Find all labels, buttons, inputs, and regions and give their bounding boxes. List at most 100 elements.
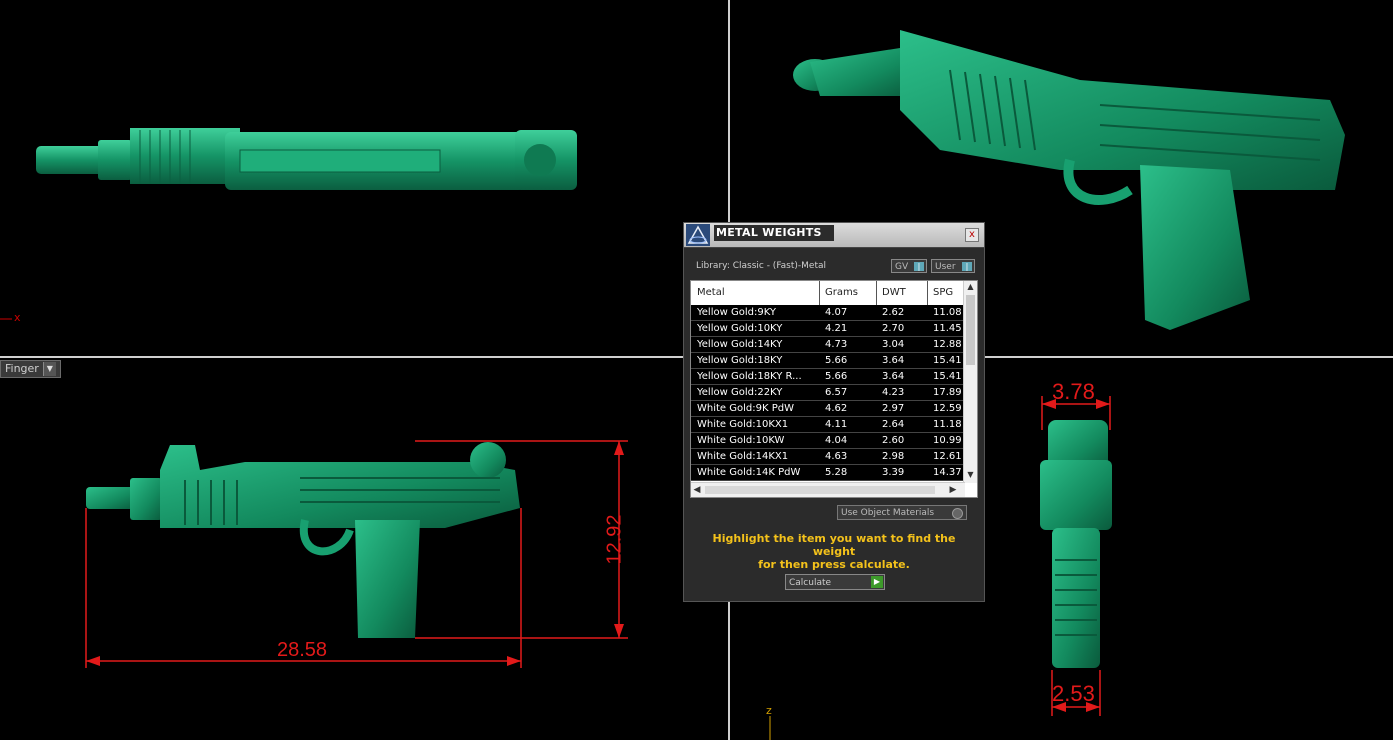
scrollbar-thumb[interactable] (966, 295, 975, 365)
cell-metal: Yellow Gold:22KY (697, 387, 783, 398)
chevron-down-icon[interactable]: ▼ (964, 469, 977, 481)
column-header-grams[interactable]: Grams (825, 287, 858, 298)
cell-grams: 5.66 (825, 371, 848, 382)
use-object-materials-label: Use Object Materials (841, 508, 935, 518)
model-side-view (86, 442, 520, 638)
dialog-title: METAL WEIGHTS (714, 225, 834, 241)
dimension-height: 12.92 (603, 514, 626, 565)
cell-grams: 4.62 (825, 403, 848, 414)
table-row[interactable]: Yellow Gold:18KY R... 5.66 3.64 15.41 (691, 369, 965, 385)
table-row[interactable]: Yellow Gold:10KY 4.21 2.70 11.45 (691, 321, 965, 337)
cell-spg: 11.45 (933, 323, 962, 334)
cell-metal: White Gold:10KW (697, 435, 785, 446)
table-body: Yellow Gold:9KY 4.07 2.62 11.08 Yellow Gold:… (691, 305, 965, 481)
cell-metal: Yellow Gold:14KY (697, 339, 783, 350)
dimension-length: 28.58 (277, 639, 328, 661)
scrollbar-thumb[interactable] (705, 486, 935, 494)
table-row[interactable]: Yellow Gold:9KY 4.07 2.62 11.08 (691, 305, 965, 321)
dimension-bottom-width: 2.53 (1052, 681, 1095, 706)
cell-metal: Yellow Gold:9KY (697, 307, 776, 318)
metal-weights-dialog[interactable]: METAL WEIGHTS x Library: Classic - (Fast… (683, 222, 985, 602)
cell-grams: 6.57 (825, 387, 848, 398)
toggle-indicator-icon: | (962, 262, 972, 271)
cell-metal: White Gold:14KX1 (697, 451, 789, 462)
dialog-title-bar[interactable]: METAL WEIGHTS x (684, 223, 984, 248)
chevron-right-icon[interactable]: ▶ (947, 483, 959, 497)
cell-grams: 4.73 (825, 339, 848, 350)
model-top-view (36, 128, 577, 190)
table-row[interactable]: White Gold:14K PdW 5.28 3.39 14.37 (691, 465, 965, 481)
chevron-up-icon[interactable]: ▲ (964, 281, 977, 293)
table-row[interactable]: White Gold:9K PdW 4.62 2.97 12.59 (691, 401, 965, 417)
close-icon[interactable]: x (965, 228, 979, 242)
cell-spg: 12.59 (933, 403, 962, 414)
instruction-line-1: Highlight the item you want to find the … (712, 532, 956, 558)
column-header-spg[interactable]: SPG (933, 287, 953, 298)
table-row[interactable]: White Gold:14KX1 4.63 2.98 12.61 (691, 449, 965, 465)
cell-metal: Yellow Gold:18KY R... (697, 371, 802, 382)
cell-spg: 11.18 (933, 419, 962, 430)
cell-spg: 11.08 (933, 307, 962, 318)
toggle-indicator-icon: | (914, 262, 924, 271)
gv-toggle-label: GV (895, 262, 909, 272)
cell-dwt: 2.62 (882, 307, 905, 318)
cell-metal: Yellow Gold:10KY (697, 323, 783, 334)
chevron-left-icon[interactable]: ◀ (691, 483, 703, 497)
cell-spg: 15.41 (933, 355, 962, 366)
cell-dwt: 3.64 (882, 355, 905, 366)
viewport-view-selector[interactable]: Finger ▼ (0, 360, 61, 378)
cell-spg: 14.37 (933, 467, 962, 478)
table-row[interactable]: White Gold:10KW 4.04 2.60 10.99 (691, 433, 965, 449)
table-row[interactable]: Yellow Gold:18KY 5.66 3.64 15.41 (691, 353, 965, 369)
axis-z-label: z (766, 704, 772, 717)
cell-dwt: 2.70 (882, 323, 905, 334)
calculate-label: Calculate (789, 578, 832, 588)
cell-dwt: 2.98 (882, 451, 905, 462)
axis-x-label: x (14, 311, 21, 324)
app-logo-icon (686, 224, 710, 246)
dimension-top-width: 3.78 (1052, 379, 1095, 404)
cell-dwt: 3.04 (882, 339, 905, 350)
cell-spg: 15.41 (933, 371, 962, 382)
user-toggle[interactable]: User | (931, 259, 975, 273)
vertical-scrollbar[interactable]: ▲ ▼ (963, 281, 977, 483)
cell-grams: 4.11 (825, 419, 848, 430)
radio-icon[interactable] (952, 508, 963, 519)
cell-grams: 5.66 (825, 355, 848, 366)
cell-spg: 17.89 (933, 387, 962, 398)
cell-dwt: 3.39 (882, 467, 905, 478)
cell-metal: White Gold:14K PdW (697, 467, 801, 478)
instruction-text: Highlight the item you want to find the … (694, 532, 974, 571)
horizontal-scrollbar[interactable]: ◀ ▶ (691, 482, 965, 497)
cell-grams: 4.07 (825, 307, 848, 318)
cell-metal: Yellow Gold:18KY (697, 355, 783, 366)
cell-dwt: 2.97 (882, 403, 905, 414)
model-back-view (1040, 420, 1112, 668)
table-row[interactable]: Yellow Gold:14KY 4.73 3.04 12.88 (691, 337, 965, 353)
column-header-dwt[interactable]: DWT (882, 287, 906, 298)
cell-metal: White Gold:9K PdW (697, 403, 794, 414)
metal-weights-table[interactable]: Metal Grams DWT SPG Yellow Gold:9KY 4.07 2… (690, 280, 978, 498)
table-header: Metal Grams DWT SPG (691, 281, 965, 306)
viewport-view-label: Finger (5, 362, 39, 375)
user-toggle-label: User (935, 262, 956, 272)
cell-dwt: 2.64 (882, 419, 905, 430)
cell-spg: 12.61 (933, 451, 962, 462)
use-object-materials-option[interactable]: Use Object Materials (837, 505, 967, 520)
cell-grams: 4.63 (825, 451, 848, 462)
cell-spg: 12.88 (933, 339, 962, 350)
calculate-button[interactable]: Calculate ▶ (785, 574, 885, 590)
play-icon: ▶ (871, 576, 883, 588)
cell-grams: 4.04 (825, 435, 848, 446)
chevron-down-icon[interactable]: ▼ (42, 362, 56, 376)
library-label: Library: Classic - (Fast)-Metal (696, 261, 827, 271)
cell-grams: 4.21 (825, 323, 848, 334)
cell-metal: White Gold:10KX1 (697, 419, 789, 430)
column-header-metal[interactable]: Metal (697, 287, 725, 298)
gv-toggle[interactable]: GV | (891, 259, 927, 273)
table-row[interactable]: White Gold:10KX1 4.11 2.64 11.18 (691, 417, 965, 433)
table-row[interactable]: Yellow Gold:22KY 6.57 4.23 17.89 (691, 385, 965, 401)
cell-dwt: 4.23 (882, 387, 905, 398)
instruction-line-2: for then press calculate. (758, 558, 910, 571)
cell-dwt: 3.64 (882, 371, 905, 382)
